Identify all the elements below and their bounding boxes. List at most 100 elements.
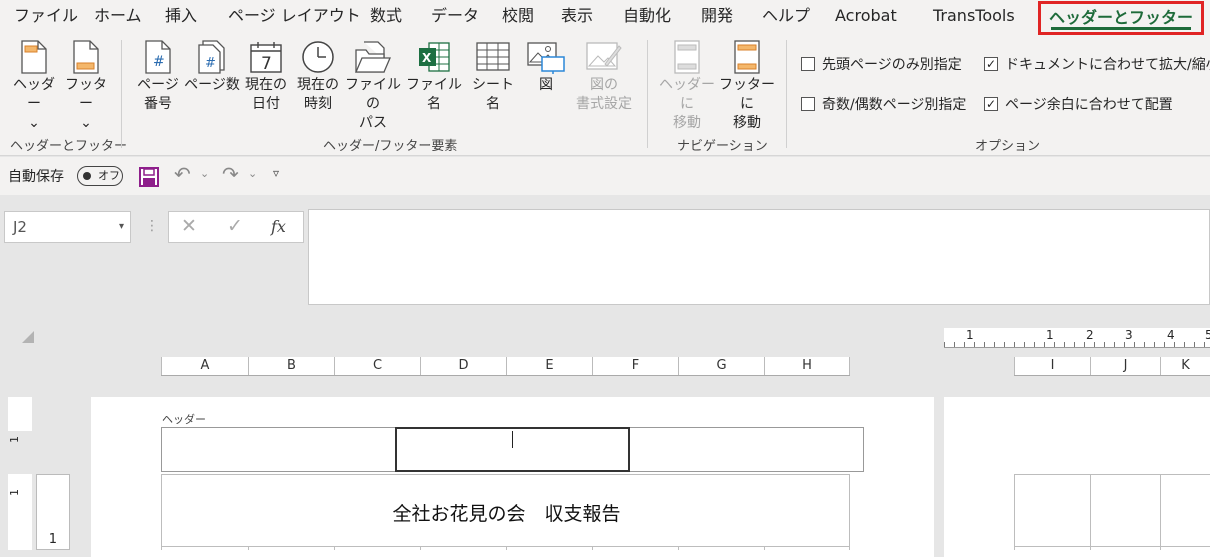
tab-insert[interactable]: 挿入: [165, 4, 197, 30]
group-divider: [121, 40, 122, 148]
page-number-button[interactable]: # ページ 番号: [134, 40, 182, 114]
ruler-number: 1: [1046, 328, 1054, 342]
redo-icon[interactable]: ↷: [222, 162, 239, 186]
option-odd-even[interactable]: 奇数/偶数ページ別指定: [801, 94, 966, 114]
row-number: 1: [48, 532, 57, 547]
name-box-dropdown-icon[interactable]: ▾: [119, 212, 124, 242]
header-button[interactable]: ヘッダー ⌄: [8, 40, 60, 133]
goto-footer-button[interactable]: フッターに 移動: [718, 40, 776, 133]
goto-header-icon: [674, 40, 700, 74]
tab-home[interactable]: ホーム: [94, 4, 142, 30]
column-header-i[interactable]: I: [1014, 357, 1090, 375]
align-checkbox[interactable]: ✓: [984, 97, 998, 111]
tab-file[interactable]: ファイル: [14, 4, 78, 30]
row-gridline: [1014, 546, 1210, 547]
formula-buttons: ✕ ✓ fx: [168, 211, 304, 243]
header-button-label: ヘッダー: [13, 77, 55, 112]
goto-header-button[interactable]: ヘッダーに 移動: [656, 40, 718, 133]
select-all-icon[interactable]: [22, 331, 34, 343]
current-time-button[interactable]: 現在の 時刻: [293, 40, 343, 114]
scale-checkbox[interactable]: ✓: [984, 57, 998, 71]
column-header-b[interactable]: B: [248, 357, 334, 375]
format-picture-button[interactable]: 図の 書式設定: [572, 40, 636, 114]
sheet-name-button[interactable]: シート名: [466, 40, 520, 114]
svg-text:#: #: [205, 56, 216, 71]
file-name-label: ファイル名: [406, 77, 462, 112]
more-options-icon[interactable]: ⋮: [145, 218, 159, 234]
autosave-toggle[interactable]: オフ: [77, 166, 123, 186]
chevron-down-icon: ⌄: [80, 115, 92, 131]
group-label-options: オプション: [975, 139, 1041, 154]
ruler-number: 2: [1086, 328, 1094, 342]
cancel-icon[interactable]: ✕: [181, 215, 197, 237]
tab-acrobat[interactable]: Acrobat: [835, 4, 897, 30]
save-icon[interactable]: [139, 167, 159, 187]
option-align-margins[interactable]: ✓ ページ余白に合わせて配置: [984, 94, 1173, 114]
format-picture-label-1: 図の: [590, 77, 618, 93]
col-gridline: [334, 546, 335, 550]
tab-header-footer[interactable]: ヘッダーとフッター: [1038, 1, 1205, 35]
text-cursor: [512, 431, 513, 448]
current-time-label-1: 現在の: [297, 77, 339, 93]
ruler-number: 1: [966, 328, 974, 342]
group-label-header-footer: ヘッダーとフッター: [10, 139, 128, 154]
column-header-g[interactable]: G: [678, 357, 764, 375]
tab-review[interactable]: 校閲: [502, 4, 534, 30]
header-center-section[interactable]: [395, 427, 630, 472]
tab-data[interactable]: データ: [431, 4, 479, 30]
tab-developer[interactable]: 開発: [701, 4, 733, 30]
column-header-h[interactable]: H: [764, 357, 850, 375]
ruler-number: 1: [8, 436, 21, 443]
column-header-f[interactable]: F: [592, 357, 678, 375]
undo-dropdown-icon[interactable]: ⌄: [200, 167, 209, 180]
column-header-d[interactable]: D: [420, 357, 506, 375]
picture-icon: [527, 42, 565, 74]
chevron-down-icon: ⌄: [28, 115, 40, 131]
sheet-title: 全社お花見の会 収支報告: [392, 503, 621, 525]
svg-text:X: X: [422, 51, 432, 65]
footer-button-label: フッター: [65, 77, 107, 112]
tab-transtools[interactable]: TransTools: [933, 4, 1015, 30]
option-scale-with-document[interactable]: ✓ ドキュメントに合わせて拡大/縮小: [984, 54, 1210, 74]
enter-icon[interactable]: ✓: [227, 215, 243, 237]
column-header-j[interactable]: J: [1090, 357, 1160, 375]
footer-button[interactable]: フッター ⌄: [62, 40, 110, 133]
picture-button[interactable]: 図: [524, 40, 568, 95]
first-page-checkbox[interactable]: [801, 57, 815, 71]
option-first-page[interactable]: 先頭ページのみ別指定: [801, 54, 962, 74]
calendar-icon: 7: [250, 42, 282, 74]
current-date-button[interactable]: 7 現在の 日付: [243, 40, 289, 114]
tab-view[interactable]: 表示: [561, 4, 593, 30]
merged-title-cell[interactable]: 全社お花見の会 収支報告: [161, 474, 850, 550]
file-path-button[interactable]: ファイルの パス: [344, 40, 402, 133]
col-gridline: [764, 546, 765, 550]
column-header-e[interactable]: E: [506, 357, 592, 375]
group-divider: [786, 40, 787, 148]
file-name-button[interactable]: X ファイル名: [403, 40, 465, 114]
column-header-a[interactable]: A: [161, 357, 248, 375]
tab-page-layout[interactable]: ページ レイアウト: [228, 4, 361, 30]
tab-automate[interactable]: 自動化: [623, 4, 671, 30]
column-header-c[interactable]: C: [334, 357, 420, 375]
row-gridline: [1014, 474, 1210, 475]
tab-formulas[interactable]: 数式: [370, 4, 402, 30]
redo-dropdown-icon[interactable]: ⌄: [248, 167, 257, 180]
goto-footer-label-1: フッターに: [719, 77, 775, 112]
name-box[interactable]: J2 ▾: [4, 211, 131, 243]
tab-help[interactable]: ヘルプ: [762, 4, 810, 30]
customize-qat-icon[interactable]: ▿: [273, 166, 279, 180]
header-left-section[interactable]: [162, 428, 395, 471]
col-gridline: [420, 546, 421, 550]
clock-icon: [302, 41, 334, 73]
name-box-value: J2: [13, 218, 27, 236]
formula-input[interactable]: [308, 209, 1210, 305]
header-right-section[interactable]: [630, 428, 863, 471]
undo-icon[interactable]: ↶: [174, 162, 191, 186]
row-header-1[interactable]: 1: [36, 474, 70, 550]
odd-even-checkbox[interactable]: [801, 97, 815, 111]
page-count-button[interactable]: # ページ数: [184, 40, 240, 95]
autosave-label: 自動保存: [8, 169, 64, 185]
insert-function-icon[interactable]: fx: [271, 217, 286, 236]
column-header-k[interactable]: K: [1160, 357, 1210, 375]
goto-header-label-2: 移動: [673, 115, 701, 131]
